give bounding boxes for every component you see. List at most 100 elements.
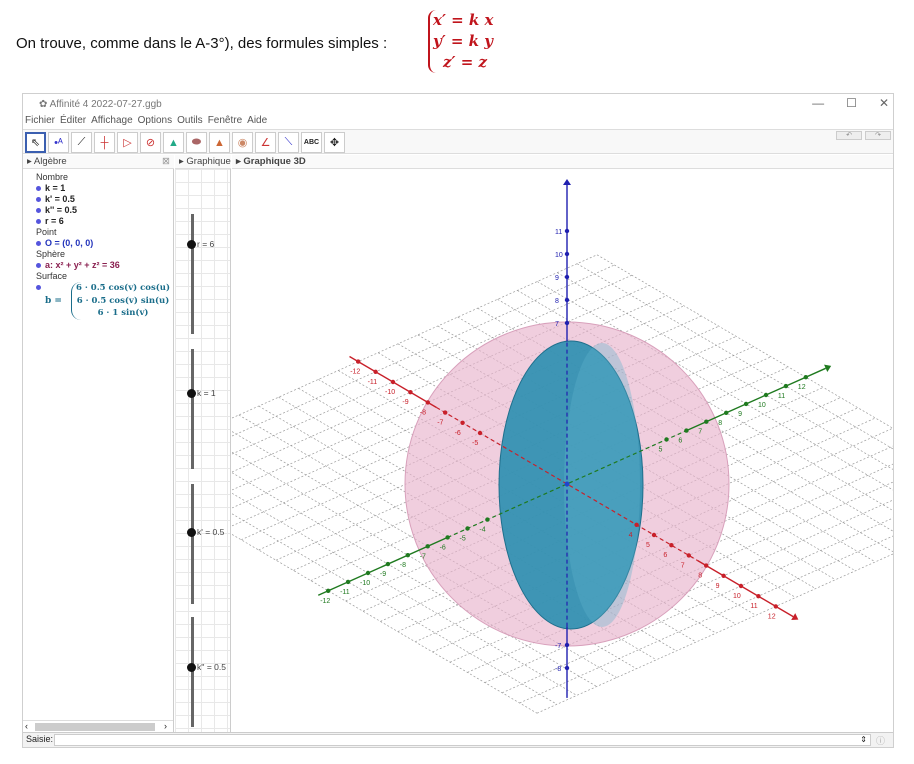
slider-r-track[interactable] — [191, 214, 194, 334]
input-field[interactable]: ⇕ — [54, 734, 871, 746]
y-tick — [385, 561, 391, 567]
slider-r-knob[interactable] — [187, 240, 196, 249]
object-k2[interactable]: k'' = 0.5 — [23, 205, 173, 216]
group-sphere[interactable]: Sphère — [23, 249, 173, 260]
y-tick-label: 8 — [718, 420, 722, 427]
x-tick — [425, 400, 430, 405]
close-panel-icon[interactable]: ⊠ — [162, 156, 170, 167]
title-bar: ✿ Affinité 4 2022-07-27.ggb — [23, 94, 893, 114]
y-tick — [425, 544, 430, 549]
close-button[interactable]: ✕ — [879, 96, 889, 110]
menu-options[interactable]: Options — [138, 115, 172, 129]
slider-k1-knob[interactable] — [187, 528, 196, 537]
object-k1[interactable]: k' = 0.5 — [23, 194, 173, 205]
x-tick-label: 5 — [646, 542, 650, 549]
plane-tool[interactable]: ▲ — [209, 132, 230, 153]
input-label: Saisie: — [26, 734, 54, 744]
move-tool[interactable]: ⇖ — [25, 132, 46, 153]
menu-editer[interactable]: Éditer — [60, 115, 86, 129]
y-tick — [783, 383, 789, 389]
formula-z: z′ = z — [443, 53, 488, 71]
perpendicular-tool[interactable]: ┼ — [94, 132, 115, 153]
y-tick-label: -5 — [460, 536, 466, 543]
graphics-panel-header[interactable]: ▸ Graphique — [175, 155, 231, 169]
minimize-button[interactable]: — — [812, 96, 824, 110]
graphics3d-panel-header[interactable]: ▸ Graphique 3D — [232, 155, 893, 169]
slider-k2-knob[interactable] — [187, 663, 196, 672]
y-tick-label: 7 — [698, 429, 702, 436]
slider-k1-label: k' = 0.5 — [197, 527, 225, 537]
geogebra-window: ✿ Affinité 4 2022-07-27.ggb — ☐ ✕ Fichie… — [22, 93, 894, 748]
y-tick-label: -10 — [360, 580, 370, 587]
pyramid-tool[interactable]: ▲ — [163, 132, 184, 153]
object-a[interactable]: a: x² + y² + z² = 36 — [23, 260, 173, 271]
graphics3d-view[interactable]: -12 -11 -10 -9 -8 -7 -6 -5 4 5 6 7 8 9 10 11 12 -12 -11 -10… — [232, 169, 893, 732]
slider-k-knob[interactable] — [187, 389, 196, 398]
input-bar: Saisie: ⇕ ⓘ — [23, 732, 893, 747]
x-tick — [738, 583, 744, 589]
formula-x: x′ = k x — [433, 11, 494, 29]
text-tool[interactable]: ABC — [301, 132, 322, 153]
z-tick — [564, 642, 570, 648]
polygon-tool[interactable]: ▷ — [117, 132, 138, 153]
z-tick-label: 11 — [555, 229, 562, 236]
circle-tool[interactable]: ⊘ — [140, 132, 161, 153]
angle-tool[interactable]: ∠ — [255, 132, 276, 153]
x-tick — [408, 390, 413, 395]
slider-k-track[interactable] — [191, 349, 194, 469]
object-b[interactable]: b = 6 · 0.5 cos(v) cos(u) 6 · 0.5 cos(v)… — [23, 282, 173, 320]
redo-button[interactable]: ↷ — [865, 131, 891, 140]
rotate-view-tool[interactable]: ✥ — [324, 132, 345, 153]
x-axis — [697, 559, 794, 618]
z-tick — [564, 228, 570, 234]
intersect-tool[interactable]: ⬬ — [186, 132, 207, 153]
y-tick — [365, 570, 371, 576]
z-axis-arrow — [563, 179, 571, 185]
menu-aide[interactable]: Aide — [247, 115, 267, 129]
algebra-panel-header[interactable]: ▸ Algèbre ⊠ — [23, 155, 174, 169]
maximize-button[interactable]: ☐ — [846, 96, 857, 110]
toolbar: ⇖ •ᴬ ⟋ ┼ ▷ ⊘ ▲ ⬬ ▲ ◉ ∠ ⟍ ABC ✥ — [23, 129, 893, 154]
menu-fichier[interactable]: Fichier — [25, 115, 55, 129]
x-tick — [686, 553, 691, 558]
z-tick-label: 7 — [555, 321, 559, 328]
help-icon[interactable]: ⓘ — [876, 734, 885, 747]
x-tick — [669, 543, 674, 548]
point-tool[interactable]: •ᴬ — [48, 132, 69, 153]
x-tick — [651, 532, 657, 538]
surface-row-z: 6 · 1 sin(v) — [97, 308, 149, 318]
group-point[interactable]: Point — [23, 227, 173, 238]
x-tick-label: 8 — [698, 573, 702, 580]
menu-outils[interactable]: Outils — [177, 115, 203, 129]
x-tick — [477, 430, 483, 436]
y-tick — [763, 392, 769, 398]
x-tick — [756, 594, 761, 599]
sphere-tool[interactable]: ◉ — [232, 132, 253, 153]
y-tick — [326, 588, 331, 593]
ellipsoid-highlight — [564, 343, 640, 627]
menu-affichage[interactable]: Affichage — [91, 115, 133, 129]
y-tick-label: 11 — [778, 393, 785, 400]
y-tick-label: 5 — [659, 447, 663, 454]
y-tick — [684, 428, 689, 433]
undo-button[interactable]: ↶ — [836, 131, 862, 140]
z-tick-label: 10 — [555, 252, 563, 259]
group-nombre[interactable]: Nombre — [23, 172, 173, 183]
group-surface[interactable]: Surface — [23, 271, 173, 282]
x-tick — [721, 573, 726, 578]
object-O[interactable]: O = (0, 0, 0) — [23, 238, 173, 249]
formula-y: y′ = k y — [433, 32, 494, 50]
y-tick-label: 9 — [738, 411, 742, 418]
x-tick — [390, 379, 396, 385]
input-dropdown-icon[interactable]: ⇕ — [860, 735, 867, 744]
object-k[interactable]: k = 1 — [23, 183, 173, 194]
menu-fenetre[interactable]: Fenêtre — [208, 115, 242, 129]
slider-k2-track[interactable] — [191, 617, 194, 727]
slider-k1-track[interactable] — [191, 484, 194, 604]
algebra-view: Nombre k = 1 k' = 0.5 k'' = 0.5 r = 6 Po… — [23, 169, 174, 732]
reflect-tool[interactable]: ⟍ — [278, 132, 299, 153]
object-r[interactable]: r = 6 — [23, 216, 173, 227]
line-tool[interactable]: ⟋ — [71, 132, 92, 153]
z-tick — [564, 320, 570, 326]
algebra-scrollbar[interactable]: ‹ › — [23, 720, 173, 732]
